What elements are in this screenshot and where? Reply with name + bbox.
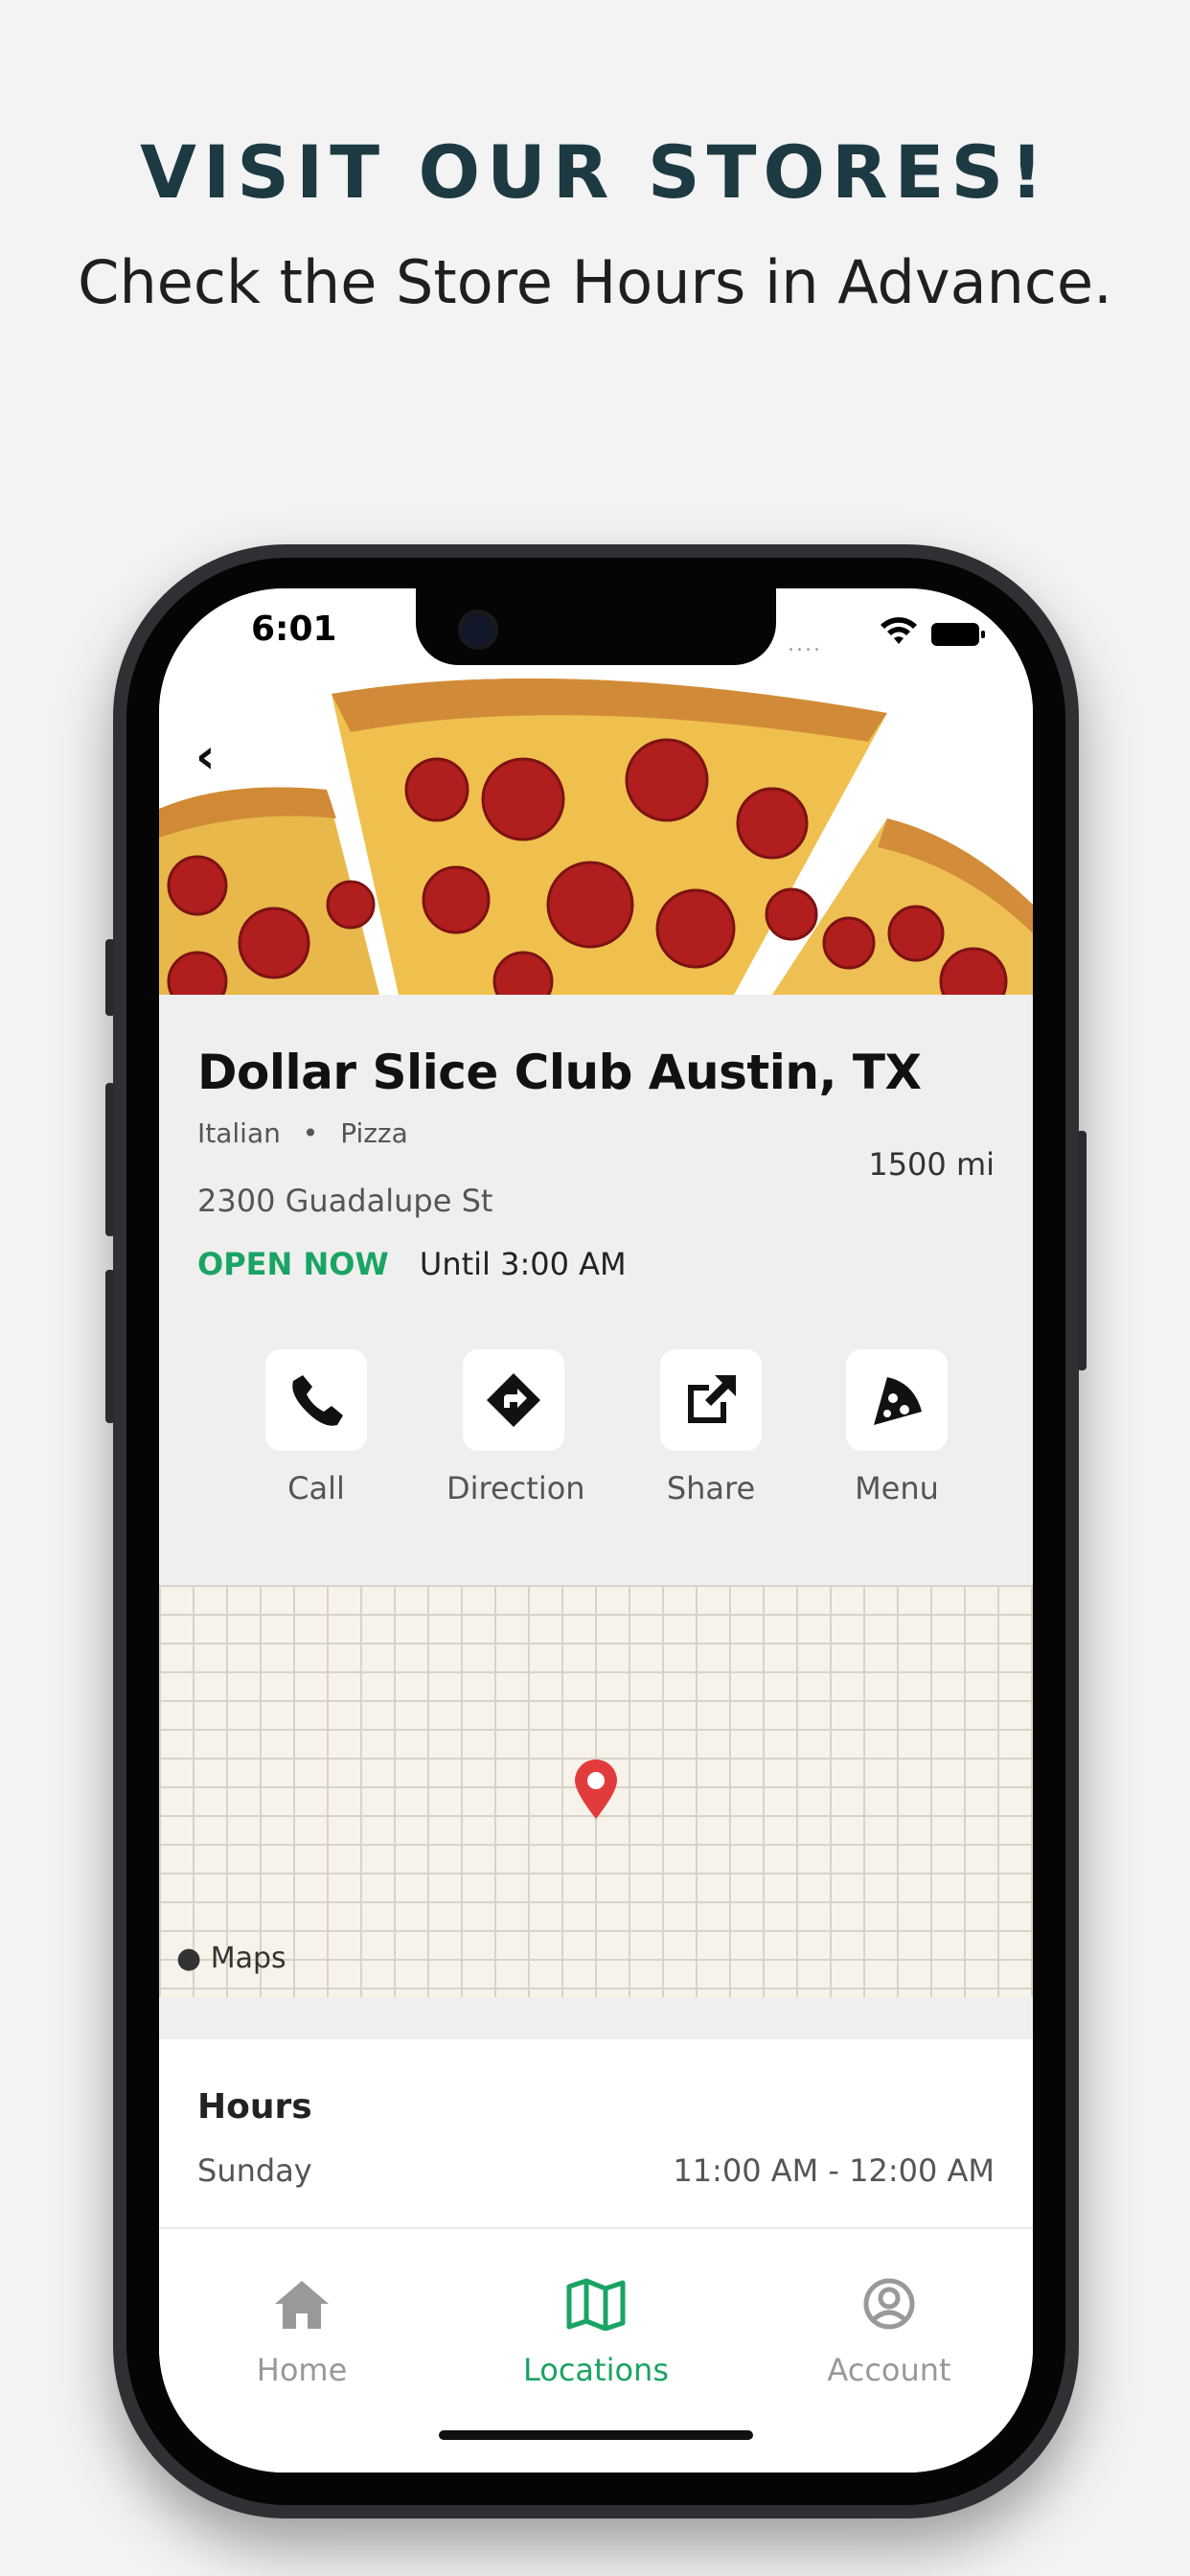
store-distance: 1500 mi [868,1146,995,1183]
call-button[interactable]: Call [249,1349,383,1506]
hours-section: Hours Sunday 11:00 AM - 12:00 AM [159,2039,1033,2227]
phone-power-button [1077,1131,1087,1370]
tab-account[interactable]: Account [774,2277,1004,2388]
phone-volume-down [105,1270,115,1423]
maps-attribution-label: Maps [210,1942,286,1975]
hours-title: Hours [197,2087,312,2127]
status-time: 6:01 [251,610,337,649]
hero-pizza-image: ‹ [159,665,1033,995]
tab-locations[interactable]: Locations [481,2277,711,2388]
back-button[interactable]: ‹ [195,732,243,780]
open-until-label: Until 3:00 AM [419,1246,627,1282]
apple-logo-icon: ● [176,1942,202,1975]
pizza-illustration [159,678,1033,995]
notch [416,588,776,665]
share-button[interactable]: Share [644,1349,778,1506]
tab-home[interactable]: Home [187,2277,417,2388]
phone-side-button [105,939,115,1016]
battery-icon [931,623,985,646]
share-icon [688,1375,736,1423]
store-address: 2300 Guadalupe St [197,1183,493,1219]
menu-button[interactable]: Menu [830,1349,964,1506]
tab-account-label: Account [827,2352,951,2388]
cuisine-tag: Italian [197,1117,281,1149]
maps-attribution: ● Maps [176,1942,286,1975]
menu-label: Menu [855,1470,939,1506]
cuisine-separator: • [302,1117,319,1149]
cuisine-tag: Pizza [340,1117,408,1149]
hours-day: Sunday [197,2152,312,2189]
cuisine-tags: Italian • Pizza [197,1117,408,1149]
section-gap [159,1997,1033,2039]
status-icons: .... [788,615,985,656]
call-label: Call [287,1470,345,1506]
share-label: Share [666,1470,756,1506]
open-status-row: OPEN NOW Until 3:00 AM [197,1246,627,1282]
chevron-left-icon: ‹ [195,728,216,784]
direction-icon [487,1373,540,1427]
tab-locations-label: Locations [522,2352,669,2388]
action-row: Call Direction Share Menu [159,1349,1033,1522]
promo-subline: Check the Store Hours in Advance. [78,247,1112,317]
account-icon [863,2278,915,2330]
wifi-icon [881,617,917,644]
map-icon [566,2278,626,2332]
store-name: Dollar Slice Club Austin, TX [197,1045,922,1100]
signal-dots: .... [788,632,822,656]
map-view[interactable]: ● Maps [159,1585,1033,1997]
phone-icon [292,1375,343,1426]
app-screen: 6:01 .... ‹ Dollar Slice Club Austin, TX… [159,588,1033,2472]
phone-volume-up [105,1083,115,1236]
open-now-label: OPEN NOW [197,1246,389,1282]
map-pin-icon[interactable] [571,1758,621,1821]
camera-icon [458,610,498,650]
store-info: Dollar Slice Club Austin, TX Italian • P… [159,995,1033,1604]
tab-home-label: Home [256,2352,348,2388]
pizza-slice-icon [874,1377,922,1425]
promo-headline: VISIT OUR STORES! [140,129,1050,215]
direction-button[interactable]: Direction [446,1349,585,1506]
home-indicator [439,2430,753,2440]
hours-time: 11:00 AM - 12:00 AM [673,2152,995,2189]
direction-label: Direction [446,1470,585,1506]
home-icon [275,2281,329,2329]
